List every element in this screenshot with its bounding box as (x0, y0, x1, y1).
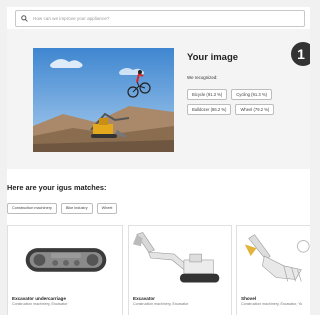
excavator-image (132, 232, 220, 283)
undercarriage-image (25, 248, 107, 272)
filter-chip[interactable]: Wheel (96, 203, 118, 214)
image-section-title: Your image (187, 52, 239, 63)
recognized-tag[interactable]: Wheel (79.2 %) (235, 104, 275, 115)
match-card[interactable]: Shovel Construction machinery, Excavator… (236, 225, 310, 315)
match-card[interactable]: Excavator undercarriage Construction mac… (7, 225, 123, 315)
card-subtitle: Construction machinery, Excavator, Yo (241, 302, 303, 306)
card-title: Shovel (241, 296, 257, 301)
match-filters: Construction machinery Bike industry Whe… (7, 203, 118, 214)
filter-chip[interactable]: Construction machinery (7, 203, 57, 214)
card-title: Excavator undercarriage (12, 296, 66, 301)
recognized-label: We recognized: (187, 75, 218, 80)
filter-chip[interactable]: Bike industry (60, 203, 93, 214)
card-subtitle: Construction machinery, Excavator (12, 302, 68, 306)
recognized-tag[interactable]: Bulldozer (86.2 %) (187, 104, 232, 115)
card-subtitle: Construction machinery, Excavator (133, 302, 189, 306)
match-card[interactable]: Excavator Construction machinery, Excava… (128, 225, 232, 315)
search-icon (21, 15, 28, 22)
recognized-tags: Bicycle (91.3 %) Cycling (91.3 %) Bulldo… (187, 89, 309, 115)
search-input[interactable] (33, 16, 283, 21)
uploaded-photo (33, 48, 174, 152)
page: Your image We recognized: Bicycle (91.3 … (7, 7, 310, 315)
shovel-image (244, 234, 310, 282)
matches-title: Here are your igus matches: (7, 183, 107, 192)
recognized-tag[interactable]: Cycling (91.3 %) (231, 89, 272, 100)
card-title: Excavator (133, 296, 155, 301)
search-bar[interactable] (15, 10, 305, 27)
step-badge: 1 (291, 42, 310, 66)
recognized-tag[interactable]: Bicycle (91.3 %) (187, 89, 228, 100)
